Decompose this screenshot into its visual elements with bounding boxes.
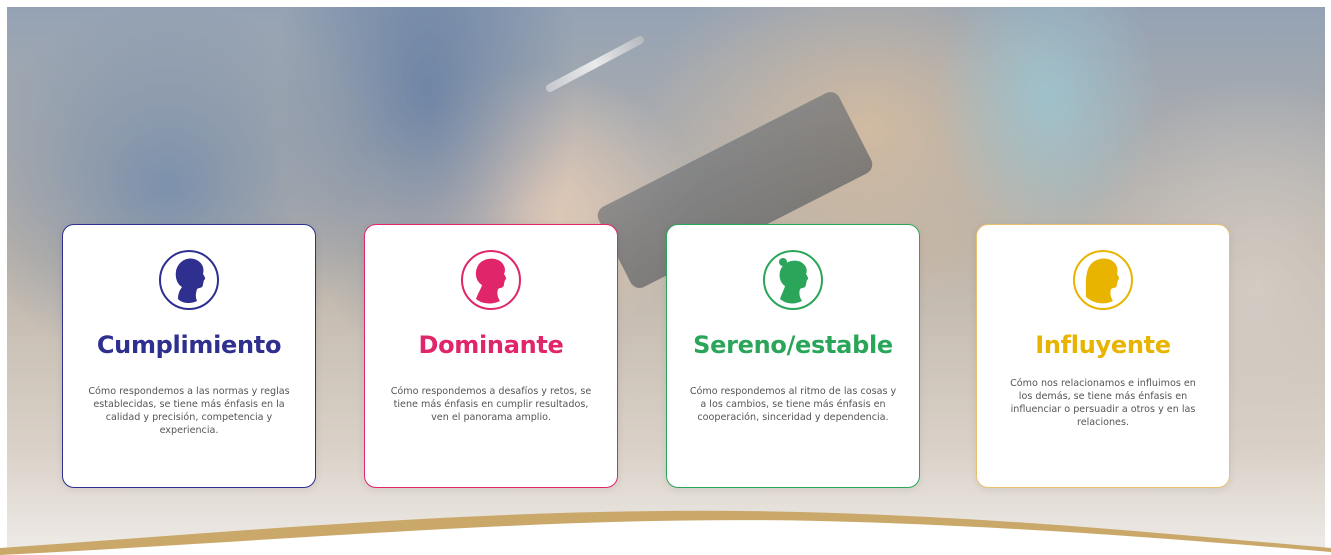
profile-card-dominante[interactable]: Dominante Cómo respondemos a desafíos y … — [364, 224, 618, 488]
card-description: Cómo respondemos al ritmo de las cosas y… — [689, 386, 897, 423]
profile-card-sereno-estable[interactable]: Sereno/estable Cómo respondemos al ritmo… — [666, 224, 920, 488]
card-title: Cumplimiento — [96, 331, 282, 359]
profile-head-icon — [1073, 250, 1133, 310]
profile-head-icon — [461, 250, 521, 310]
profile-head-icon — [159, 250, 219, 310]
hero-section: Cumplimiento Cómo respondemos a las norm… — [0, 0, 1331, 555]
card-title: Sereno/estable — [693, 331, 893, 359]
card-description: Cómo respondemos a las normas y reglas e… — [88, 386, 290, 436]
profile-card-influyente[interactable]: Influyente Cómo nos relacionamos e influ… — [976, 224, 1230, 488]
card-description: Cómo nos relacionamos e influimos en los… — [1010, 378, 1196, 428]
card-title: Influyente — [1035, 331, 1171, 359]
card-title: Dominante — [418, 331, 564, 359]
card-description: Cómo respondemos a desafíos y retos, se … — [390, 386, 592, 423]
profile-head-icon — [763, 250, 823, 310]
profile-card-cumplimiento[interactable]: Cumplimiento Cómo respondemos a las norm… — [62, 224, 316, 488]
